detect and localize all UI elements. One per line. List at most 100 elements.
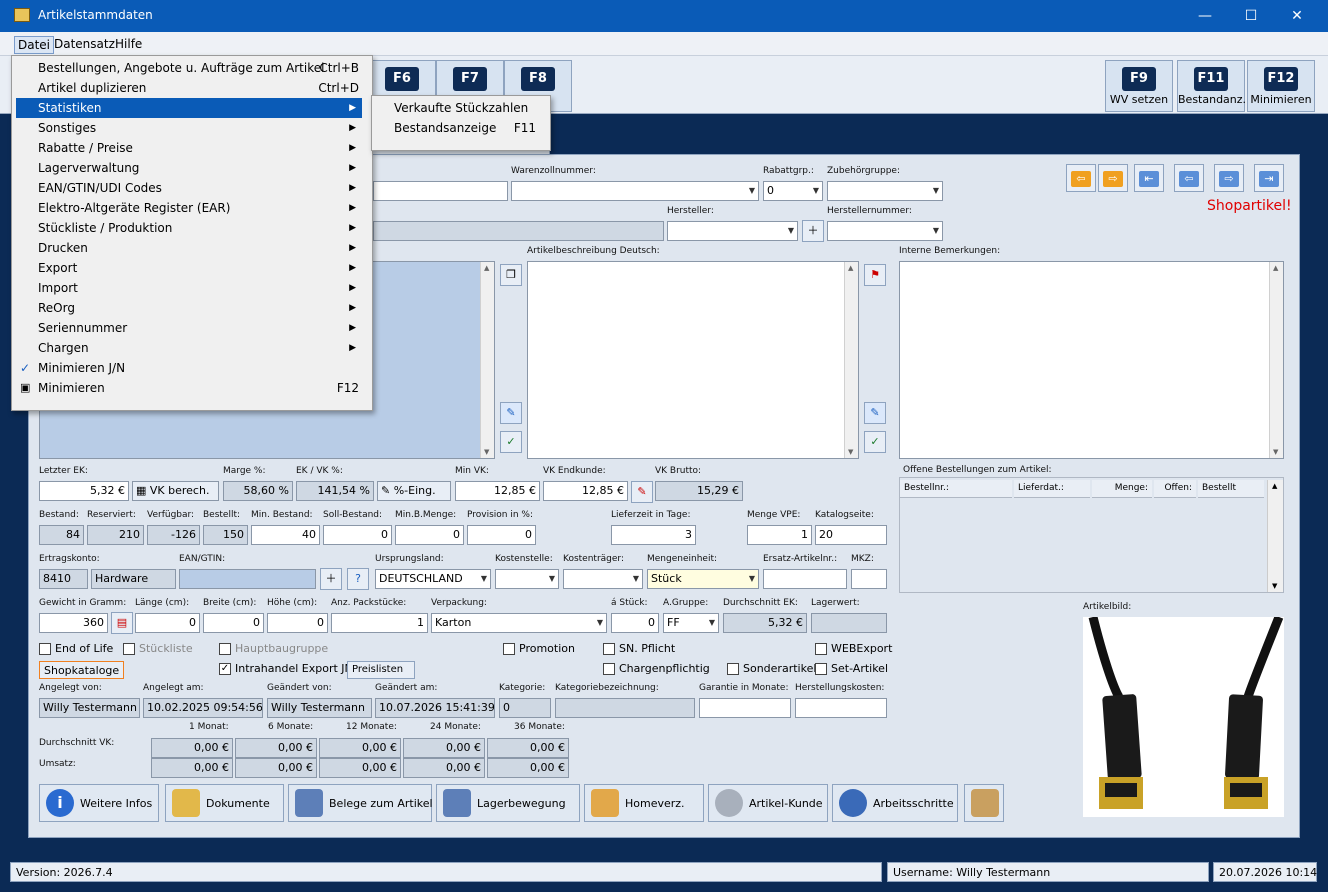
chargenpflichtig-checkbox[interactable]: Chargenpflichtig xyxy=(603,662,710,675)
herstellernr-select[interactable] xyxy=(827,221,943,241)
scroll-up-icon[interactable]: ▲ xyxy=(1272,482,1277,490)
hersteller-add-icon[interactable]: ＋ xyxy=(802,220,824,242)
laenge-field[interactable]: 0 xyxy=(135,613,200,633)
weitere-infos-button[interactable]: i Weitere Infos xyxy=(39,784,159,822)
menu-item-st-ckliste-produktion[interactable]: Stückliste / Produktion ▶ xyxy=(16,218,362,238)
menu-item-drucken[interactable]: Drucken ▶ xyxy=(16,238,362,258)
breite-field[interactable]: 0 xyxy=(203,613,264,633)
mkz-field[interactable] xyxy=(851,569,887,589)
intrahandel-checkbox[interactable]: ✓ Intrahandel Export JN xyxy=(219,662,353,675)
hersteller-select[interactable] xyxy=(667,221,798,241)
kategorie-field[interactable]: 0 xyxy=(499,698,551,718)
dokumente-button[interactable]: Dokumente xyxy=(165,784,284,822)
katalogseite-field[interactable]: 20 xyxy=(815,525,887,545)
rabattgrp-select[interactable]: 0 xyxy=(763,181,823,201)
soll-bestand-field[interactable]: 0 xyxy=(323,525,392,545)
warenzoll-select[interactable] xyxy=(511,181,759,201)
min-b-menge-field[interactable]: 0 xyxy=(395,525,464,545)
menu-item-elektro-altger-te-register-ear[interactable]: Elektro-Altgeräte Register (EAR) ▶ xyxy=(16,198,362,218)
next-orange-button[interactable]: ⇨ xyxy=(1098,164,1128,192)
letzter-ek-field[interactable]: 5,32 € xyxy=(39,481,129,501)
min-vk-field[interactable]: 12,85 € xyxy=(455,481,540,501)
menu-item-reorg[interactable]: ReOrg ▶ xyxy=(16,298,362,318)
mengeneinheit-select[interactable]: Stück xyxy=(647,569,759,589)
menu-item-statistiken[interactable]: Statistiken ▶ xyxy=(16,98,362,118)
a-gruppe-select[interactable]: FF xyxy=(663,613,719,633)
homeverz-button[interactable]: Homeverz. xyxy=(584,784,704,822)
end-of-life-checkbox[interactable]: End of Life xyxy=(39,642,113,655)
ean-add-icon[interactable]: ＋ xyxy=(320,568,342,590)
kurzname-field[interactable] xyxy=(373,221,664,241)
menge-vpe-field[interactable]: 1 xyxy=(747,525,812,545)
set-artikel-checkbox[interactable]: Set-Artikel xyxy=(815,662,888,675)
ursprungsland-select[interactable]: DEUTSCHLAND xyxy=(375,569,491,589)
kl-icon-2[interactable]: ✎ xyxy=(864,402,886,424)
kl-icon[interactable]: ✎ xyxy=(500,402,522,424)
arbeitsschritte-button[interactable]: Arbeitsschritte xyxy=(832,784,958,822)
lagerbewegung-button[interactable]: Lagerbewegung xyxy=(436,784,580,822)
menu-item-ean-gtin-udi-codes[interactable]: EAN/GTIN/UDI Codes ▶ xyxy=(16,178,362,198)
flag-icon[interactable]: ⚑ xyxy=(864,264,886,286)
next-record-button[interactable]: ⇨ xyxy=(1214,164,1244,192)
preislisten-button[interactable]: Preislisten xyxy=(347,661,415,679)
submenu-bestandsanzeige[interactable]: Bestandsanzeige F11 xyxy=(376,118,548,138)
copy-text-icon[interactable]: ❐ xyxy=(500,264,522,286)
menu-hilfe[interactable]: Hilfe xyxy=(112,36,145,52)
packstuecke-field[interactable]: 1 xyxy=(331,613,428,633)
ean-field[interactable] xyxy=(179,569,316,589)
kostenstelle-select[interactable] xyxy=(495,569,559,589)
ertragskonto-field[interactable]: 8410 xyxy=(39,569,88,589)
garantie-field[interactable] xyxy=(699,698,791,718)
f9-button[interactable]: F9 WV setzen xyxy=(1105,60,1173,112)
zubehoer-select[interactable] xyxy=(827,181,943,201)
hoehe-field[interactable]: 0 xyxy=(267,613,328,633)
ersatz-field[interactable] xyxy=(763,569,847,589)
artikel-kunde-button[interactable]: Artikel-Kunde xyxy=(708,784,828,822)
price-edit-icon[interactable]: ✎ xyxy=(631,481,653,503)
prev-record-button[interactable]: ⇦ xyxy=(1174,164,1204,192)
clipboard-button[interactable] xyxy=(964,784,1004,822)
menu-datensatz[interactable]: Datensatz xyxy=(51,36,118,52)
menu-item-seriennummer[interactable]: Seriennummer ▶ xyxy=(16,318,362,338)
belege-button[interactable]: Belege zum Artikel xyxy=(288,784,433,822)
provision-field[interactable]: 0 xyxy=(467,525,536,545)
promotion-checkbox[interactable]: Promotion xyxy=(503,642,575,655)
vk-berech-button[interactable]: ▦ VK berech. xyxy=(132,481,219,501)
min-bestand-field[interactable]: 40 xyxy=(251,525,320,545)
scale-icon[interactable]: ▤ xyxy=(111,612,133,634)
maximize-window-button[interactable]: ☐ xyxy=(1228,0,1274,32)
kostentraeger-select[interactable] xyxy=(563,569,643,589)
menu-item-rabatte-preise[interactable]: Rabatte / Preise ▶ xyxy=(16,138,362,158)
help-icon[interactable]: ? xyxy=(347,568,369,590)
sonderartikel-checkbox[interactable]: Sonderartikel xyxy=(727,662,816,675)
minimize-window-button[interactable]: — xyxy=(1182,0,1228,32)
sn-pflicht-checkbox[interactable]: SN. Pflicht xyxy=(603,642,675,655)
gewicht-field[interactable]: 360 xyxy=(39,613,108,633)
menu-item-sonstiges[interactable]: Sonstiges ▶ xyxy=(16,118,362,138)
artikelname-field[interactable] xyxy=(373,181,508,201)
last-record-button[interactable]: ⇥ xyxy=(1254,164,1284,192)
lieferzeit-field[interactable]: 3 xyxy=(611,525,696,545)
menu-item-minimieren-j-n[interactable]: ✓ Minimieren J/N xyxy=(16,358,362,378)
menu-item-chargen[interactable]: Chargen ▶ xyxy=(16,338,362,358)
menu-item-export[interactable]: Export ▶ xyxy=(16,258,362,278)
grid-scrollbar[interactable]: ▲ ▼ xyxy=(1267,480,1283,592)
menu-item-bestellungen-angebote-u-auftr-ge-zum-artikel[interactable]: Bestellungen, Angebote u. Aufträge zum A… xyxy=(16,58,362,78)
f12-button[interactable]: F12 Minimieren xyxy=(1247,60,1315,112)
close-window-button[interactable]: ✕ xyxy=(1274,0,1320,32)
menu-item-lagerverwaltung[interactable]: Lagerverwaltung ▶ xyxy=(16,158,362,178)
stueckliste-checkbox[interactable]: Stückliste xyxy=(123,642,193,655)
submenu-verkaufte-stueckzahlen[interactable]: Verkaufte Stückzahlen xyxy=(376,98,548,118)
menu-item-artikel-duplizieren[interactable]: Artikel duplizieren Ctrl+D xyxy=(16,78,362,98)
first-record-button[interactable]: ⇤ xyxy=(1134,164,1164,192)
prozent-eing-button[interactable]: ✎ %-Eing. xyxy=(377,481,451,501)
hauptbaugruppe-checkbox[interactable]: Hauptbaugruppe xyxy=(219,642,328,655)
webexport-checkbox[interactable]: WEBExport xyxy=(815,642,892,655)
beschreibung-area[interactable] xyxy=(527,261,859,459)
menu-datei[interactable]: Datei xyxy=(14,36,55,54)
herstellkosten-field[interactable] xyxy=(795,698,887,718)
scroll-down-icon[interactable]: ▼ xyxy=(1272,582,1277,590)
prev-orange-button[interactable]: ⇦ xyxy=(1066,164,1096,192)
f11-button[interactable]: F11 Bestandanz. xyxy=(1177,60,1246,112)
verpackung-select[interactable]: Karton xyxy=(431,613,607,633)
